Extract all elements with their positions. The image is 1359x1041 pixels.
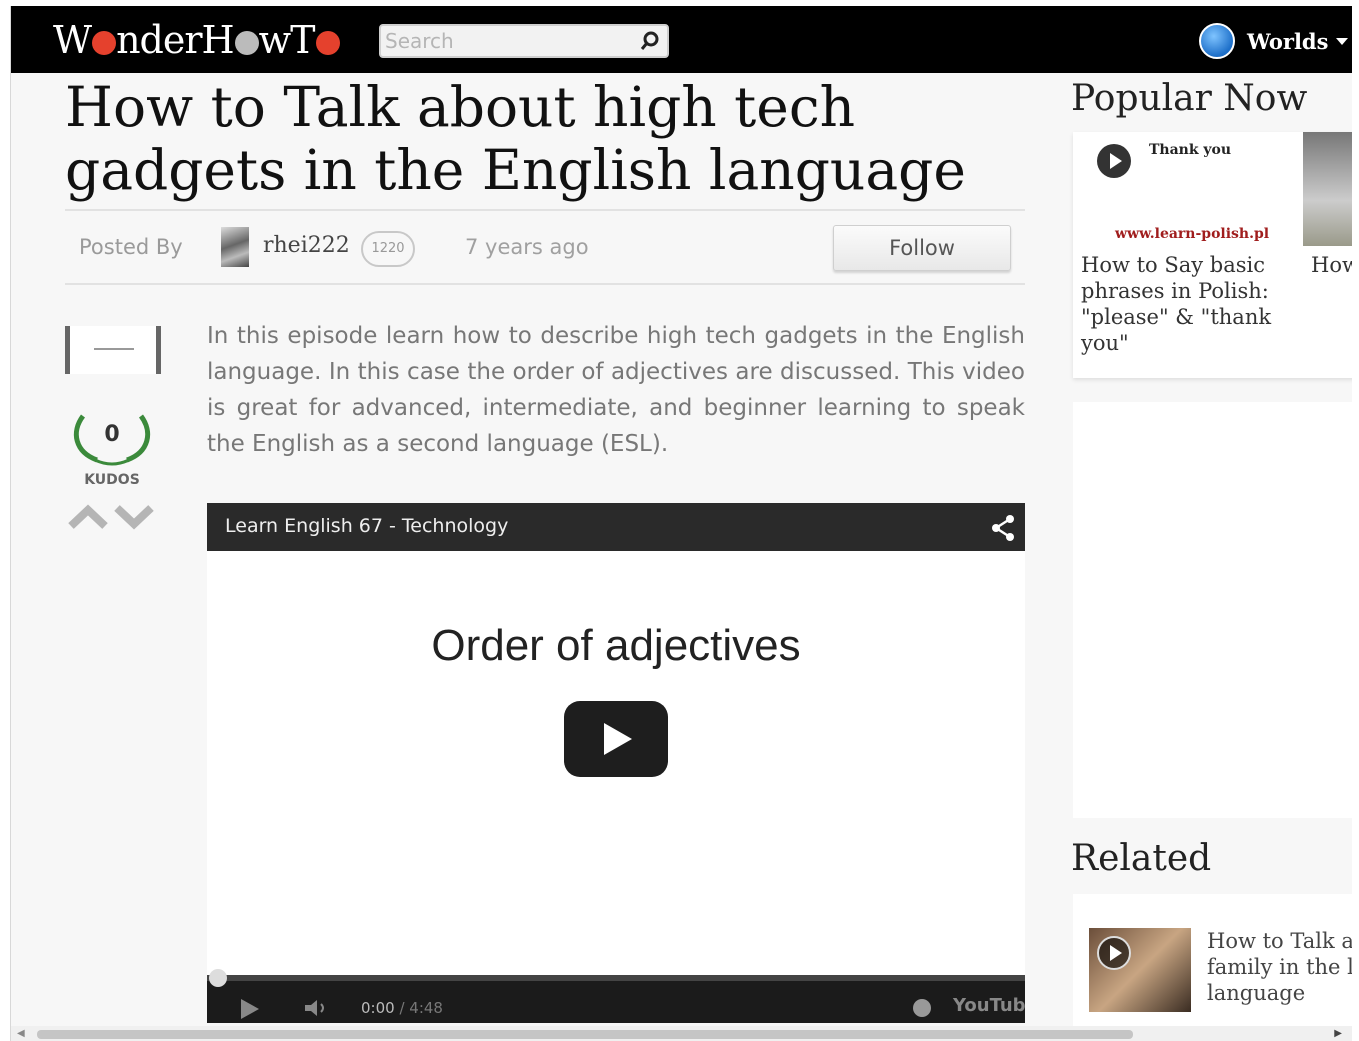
progress-bar[interactable] bbox=[207, 969, 1025, 987]
kudos-label: KUDOS bbox=[84, 472, 140, 488]
timestamp: 7 years ago bbox=[465, 235, 589, 259]
play-icon bbox=[604, 723, 632, 755]
play-icon bbox=[1097, 144, 1131, 178]
youtube-logo[interactable]: YouTube bbox=[953, 995, 1025, 1016]
search-input[interactable] bbox=[385, 28, 635, 54]
article-thumbnail[interactable] bbox=[65, 326, 161, 374]
search-box bbox=[379, 24, 669, 58]
horizontal-scrollbar[interactable]: ◀ ▶ bbox=[11, 1026, 1352, 1041]
popular-now-heading: Popular Now bbox=[1071, 78, 1308, 119]
related-item[interactable]: How to Talk a family in the l language bbox=[1073, 894, 1352, 1034]
current-time: 0:00 bbox=[361, 999, 395, 1017]
volume-icon[interactable] bbox=[303, 997, 329, 1019]
avatar[interactable] bbox=[221, 227, 249, 267]
article-description: In this episode learn how to describe hi… bbox=[207, 323, 1025, 457]
video-title-bar: Learn English 67 - Technology bbox=[207, 503, 1025, 551]
related-item-title[interactable]: How to Talk a family in the l language bbox=[1207, 928, 1352, 1006]
popular-item-title[interactable]: How a Sc bbox=[1311, 252, 1352, 278]
browser-viewport: WnderHwT Worlds How to Talk about high t… bbox=[10, 6, 1352, 1041]
reputation-badge: 1220 bbox=[361, 231, 415, 267]
horizontal-scrollbar-thumb[interactable] bbox=[37, 1030, 1133, 1039]
posted-by-label: Posted By bbox=[79, 235, 183, 259]
settings-icon[interactable] bbox=[913, 999, 931, 1017]
ad-placeholder bbox=[1073, 402, 1352, 818]
share-icon[interactable] bbox=[991, 515, 1015, 541]
upvote-icon[interactable] bbox=[67, 500, 109, 534]
progress-handle[interactable] bbox=[209, 969, 227, 987]
control-play-icon[interactable] bbox=[241, 999, 259, 1019]
video-title[interactable]: Learn English 67 - Technology bbox=[225, 515, 508, 537]
video-slide-heading: Order of adjectives bbox=[431, 621, 801, 670]
video-controls: 0:00 / 4:48 YouTube bbox=[207, 969, 1025, 1023]
related-item-thumbnail[interactable] bbox=[1089, 928, 1191, 1012]
video-player[interactable]: Learn English 67 - Technology Order of a… bbox=[207, 503, 1025, 1023]
scroll-left-icon[interactable]: ◀ bbox=[17, 1028, 25, 1039]
thumbnail-url-text: www.learn-polish.pl bbox=[1115, 226, 1270, 242]
kudos-count: 0 bbox=[104, 422, 120, 447]
popular-item-thumbnail[interactable] bbox=[1303, 132, 1352, 246]
site-logo[interactable]: WnderH wT bbox=[53, 18, 340, 62]
logo-dot-icon bbox=[92, 31, 117, 55]
play-icon bbox=[1097, 936, 1131, 970]
related-heading: Related bbox=[1071, 838, 1212, 879]
article-meta: Posted By rhei222 1220 7 years ago Follo… bbox=[65, 209, 1025, 285]
downvote-icon[interactable] bbox=[113, 500, 155, 534]
search-icon[interactable] bbox=[639, 30, 661, 52]
popular-item-title[interactable]: How to Say basic phrases in Polish: "ple… bbox=[1081, 252, 1281, 356]
globe-icon bbox=[1199, 23, 1235, 59]
top-navigation-bar: WnderHwT Worlds bbox=[11, 6, 1352, 73]
worlds-menu[interactable]: Worlds bbox=[1199, 23, 1349, 59]
author-link[interactable]: rhei222 bbox=[263, 233, 350, 258]
chevron-down-icon bbox=[1336, 37, 1349, 45]
scroll-right-icon[interactable]: ▶ bbox=[1334, 1028, 1342, 1039]
duration: 4:48 bbox=[409, 999, 443, 1017]
follow-button[interactable]: Follow bbox=[833, 225, 1011, 271]
article-title: How to Talk about high tech gadgets in t… bbox=[65, 75, 966, 202]
play-button[interactable] bbox=[564, 701, 668, 777]
kudos-counter: 0 KUDOS bbox=[67, 406, 157, 498]
worlds-label: Worlds bbox=[1247, 28, 1329, 54]
thumbnail-caption: Thank you bbox=[1149, 142, 1232, 158]
popular-item[interactable]: Thank you www.learn-polish.pl How to Say… bbox=[1073, 132, 1352, 378]
time-readout: 0:00 / 4:48 bbox=[361, 999, 443, 1017]
